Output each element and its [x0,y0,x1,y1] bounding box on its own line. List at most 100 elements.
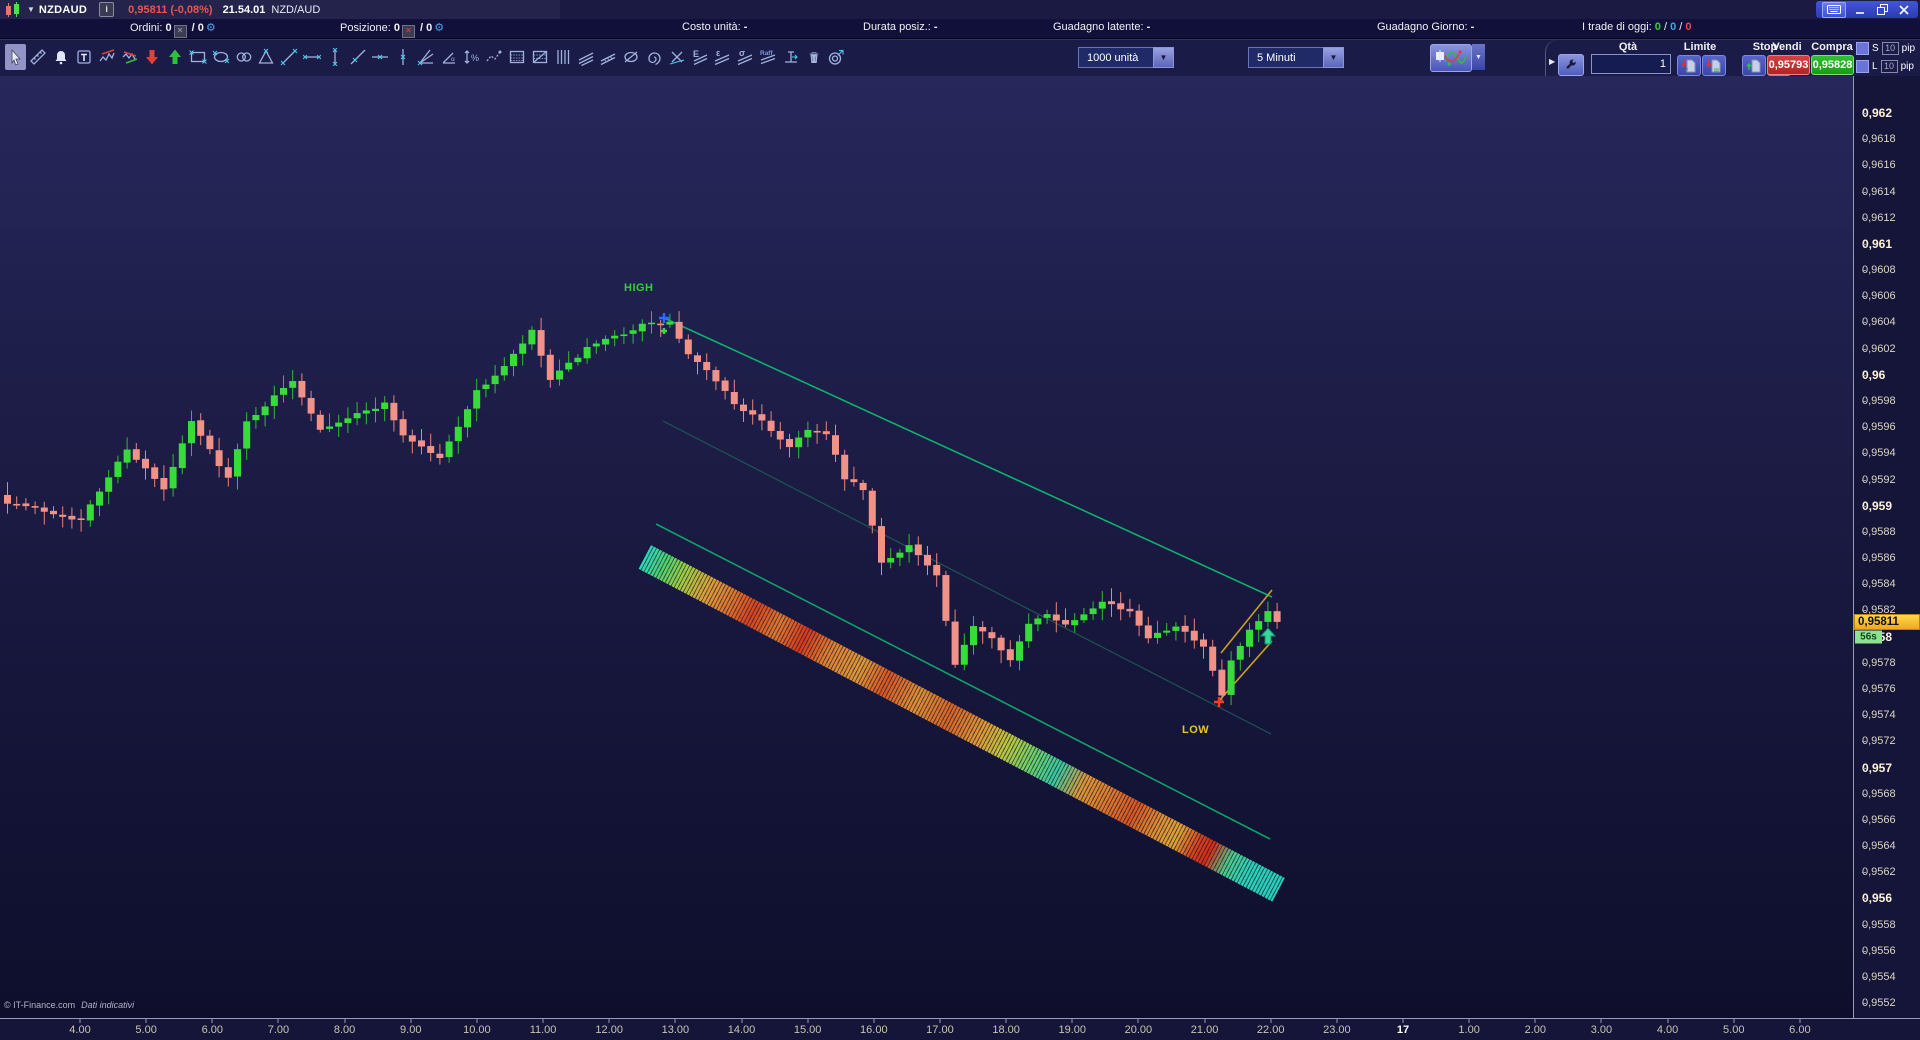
tool-vertical-line-icon[interactable] [393,44,414,70]
tool-horizontal-line-icon[interactable] [370,44,391,70]
limit-checkbox[interactable] [1856,60,1869,73]
chevron-down-icon[interactable]: ▼ [1472,44,1485,70]
candle-body [225,467,232,477]
candle-body [1062,620,1069,625]
tool-vertical-bars-icon[interactable] [552,44,573,70]
tool-triangle-icon[interactable] [256,44,277,70]
trend-line[interactable] [656,524,1270,839]
time-tick-label: 8.00 [334,1024,355,1036]
settings-wrench-icon[interactable] [1558,54,1584,76]
limit-buy-order-button[interactable] [1702,55,1726,76]
tool-sell-arrow-icon[interactable] [142,44,163,70]
candle-body [556,371,563,380]
timeframe-dropdown-value[interactable]: 5 Minuti [1248,47,1323,68]
price-tick-label: 0,9562 [1854,866,1920,878]
tool-target-projection-icon[interactable] [826,44,847,70]
tool-delete-drawing-icon[interactable] [803,44,824,70]
tool-pattern-bull-icon[interactable] [119,44,140,70]
price-tick-label: 0,9614 [1854,186,1920,198]
buy-button[interactable]: 0,95828 [1811,55,1854,75]
tool-forecast-line-icon[interactable] [484,44,505,70]
tool-fibonacci-projection-icon[interactable] [529,44,550,70]
stop-sell-order-button[interactable] [1742,55,1766,76]
panel-collapse-icon[interactable]: ▶ [1549,57,1555,66]
tool-horizontal-segment-icon[interactable] [301,44,322,70]
tool-text-note-icon[interactable] [73,44,94,70]
price-tick-label: 0,9594 [1854,447,1920,459]
tool-buy-arrow-icon[interactable] [165,44,186,70]
account-field: I trade di oggi: 0 / 0 / 0 [1582,21,1692,33]
candle-body [740,405,747,411]
svg-text:σ: σ [739,48,745,58]
tool-raff-channel-icon[interactable]: Raff [757,44,778,70]
tool-double-circle-icon[interactable] [233,44,254,70]
tool-elliott-wave-icon[interactable]: E [689,44,710,70]
candle-body [749,410,756,414]
time-tick-label: 17 [1397,1024,1409,1036]
tool-cross-cut-icon[interactable] [666,44,687,70]
candle-body [1145,625,1152,638]
chart-area[interactable]: HIGH LOW © IT-Finance.comDati indicativi [0,76,1854,1018]
info-icon[interactable]: i [99,2,114,17]
gear-icon[interactable]: ⚙ [434,22,444,34]
limit-sell-order-button[interactable] [1677,55,1701,76]
anchor-cross-marker[interactable] [661,328,667,334]
chevron-down-icon[interactable]: ▼ [1323,47,1344,68]
trend-line[interactable] [663,421,1271,734]
tool-select-pointer-icon[interactable] [5,44,26,70]
tool-ruler-icon[interactable] [28,44,49,70]
price-tick-label: 0,9598 [1854,395,1920,407]
quantity-input[interactable] [1591,54,1671,74]
candle-body [979,627,986,631]
minimize-icon[interactable] [1852,3,1868,17]
tool-sigma-channel-icon[interactable]: σ [735,44,756,70]
timeframe-dropdown[interactable]: 5 Minuti ▼ [1248,47,1344,68]
candle-body [758,414,765,420]
tool-pattern-bear-icon[interactable] [96,44,117,70]
chevron-down-icon[interactable]: ▼ [1153,47,1174,68]
keyboard-icon[interactable] [1822,2,1846,18]
close-position-icon[interactable]: ✕ [402,25,415,38]
tool-time-translation-icon[interactable] [780,44,801,70]
candle-body [786,439,793,447]
trend-line[interactable] [1218,641,1272,702]
stop-checkbox[interactable] [1856,42,1869,55]
sell-button[interactable]: 0,95793 [1767,55,1810,75]
tool-angle-icon[interactable]: α [438,44,459,70]
candle-body [1200,640,1207,647]
l-pips-value[interactable]: 10 [1881,60,1898,73]
tool-spiral-icon[interactable] [643,44,664,70]
instrument-time: 21.54.01 [223,4,266,16]
indicators-button[interactable]: ▼ [1430,44,1485,72]
close-icon[interactable] [1896,3,1912,17]
time-axis[interactable]: 4.005.006.007.008.009.0010.0011.0012.001… [0,1018,1920,1040]
candle-body [795,438,802,448]
trend-line[interactable] [664,318,1272,597]
tool-percent-change-icon[interactable]: % [461,44,482,70]
tool-fan-lines-icon[interactable] [415,44,436,70]
instrument-caret-icon[interactable]: ▼ [27,5,35,14]
instrument-symbol[interactable]: NZDAUD [39,4,87,16]
close-position-icon[interactable]: ✕ [174,25,187,38]
l-label: L [1872,61,1878,72]
tool-parallel-channel-icon[interactable] [575,44,596,70]
buy-signal-arrow-icon[interactable] [1261,628,1275,644]
tool-circle-slash-icon[interactable] [621,44,642,70]
tool-rectangle-icon[interactable] [187,44,208,70]
tool-trend-line-icon[interactable] [347,44,368,70]
units-dropdown-value[interactable]: 1000 unità [1078,47,1153,68]
s-pips-value[interactable]: 10 [1882,42,1899,55]
tool-hatched-channel-icon[interactable] [598,44,619,70]
tool-fibonacci-retracement-icon[interactable] [507,44,528,70]
tool-vertical-segment-icon[interactable] [324,44,345,70]
candle-body [436,454,443,458]
restore-icon[interactable] [1874,3,1890,17]
tool-segment-icon[interactable] [279,44,300,70]
candle-body [1044,614,1051,618]
tool-ellipse-icon[interactable] [210,44,231,70]
tool-alert-bell-icon[interactable] [51,44,72,70]
gear-icon[interactable]: ⚙ [206,22,216,34]
units-dropdown[interactable]: 1000 unità ▼ [1078,47,1174,68]
tool-epsilon-channel-icon[interactable]: ε [712,44,733,70]
price-axis[interactable]: 0,9620,96180,96160,96140,96120,9610,9608… [1854,76,1920,1018]
